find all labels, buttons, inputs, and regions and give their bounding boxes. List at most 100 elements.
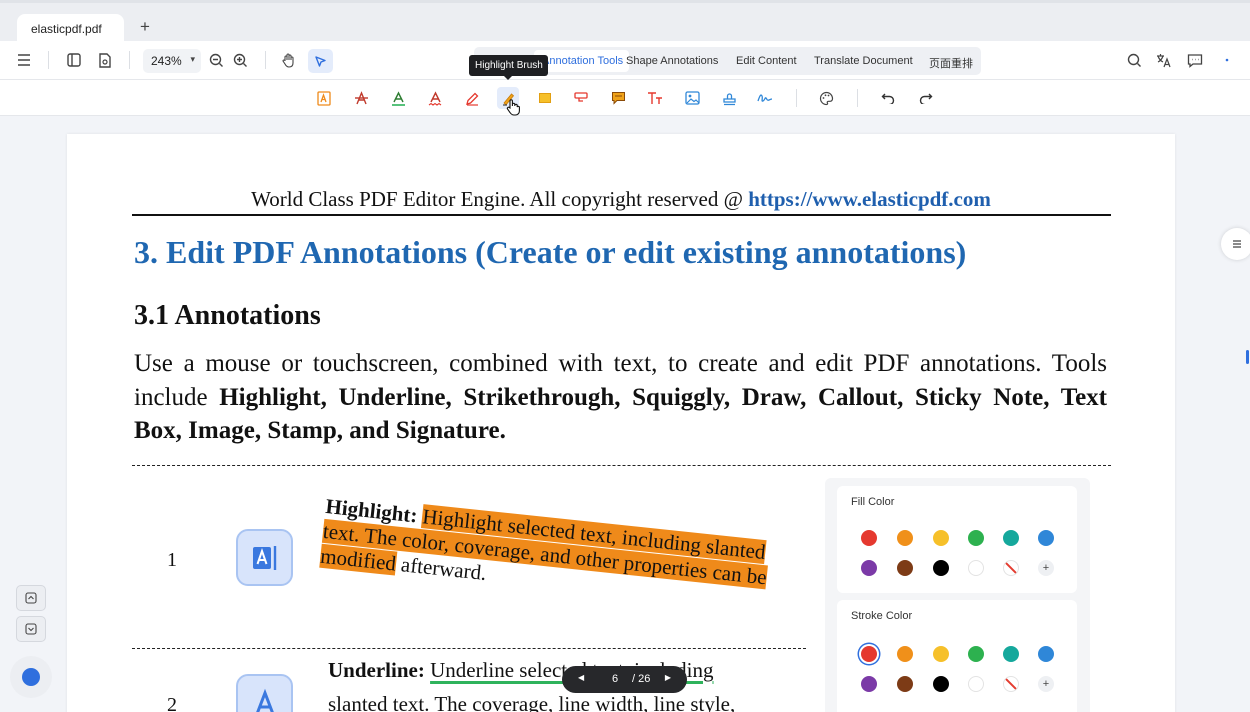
status-dot-icon <box>22 668 40 686</box>
fill-swatch-green[interactable] <box>968 530 984 546</box>
tab-strip: elasticpdf.pdf + <box>0 0 1250 44</box>
squiggly-icon[interactable] <box>424 87 446 109</box>
current-page[interactable]: 6 <box>612 673 618 685</box>
fill-swatch-brown[interactable] <box>897 560 913 576</box>
fill-swatch-purple[interactable] <box>861 560 877 576</box>
zoom-select[interactable]: 243% ▾ <box>143 49 201 73</box>
stroke-swatch-white[interactable] <box>968 676 984 692</box>
fill-swatch-blue[interactable] <box>1038 530 1054 546</box>
draw-pen-icon[interactable] <box>461 87 483 109</box>
stroke-color-title: Stroke Color <box>851 610 913 622</box>
fill-swatch-yellow[interactable] <box>933 530 949 546</box>
underline-icon[interactable] <box>387 87 409 109</box>
fill-color-title: Fill Color <box>851 496 895 508</box>
stroke-color-section: Stroke Color + <box>837 600 1077 712</box>
floating-action-button[interactable] <box>10 656 52 698</box>
header-rule <box>132 214 1111 216</box>
stroke-swatch-teal[interactable] <box>1003 646 1019 662</box>
text-box-icon[interactable] <box>644 87 666 109</box>
palette-icon[interactable] <box>815 87 837 109</box>
stroke-swatch-brown[interactable] <box>897 676 913 692</box>
document-tab[interactable]: elasticpdf.pdf <box>17 14 124 44</box>
fill-swatch-teal[interactable] <box>1003 530 1019 546</box>
zoom-out-icon[interactable] <box>205 49 227 71</box>
intro-bold-text: Highlight, Underline, Strikethrough, Squ… <box>134 383 1107 445</box>
fill-color-section: Fill Color + <box>837 486 1077 593</box>
stroke-swatch-red[interactable] <box>861 646 877 662</box>
scroll-indicator[interactable] <box>1246 350 1249 364</box>
stroke-add-color-button[interactable]: + <box>1038 676 1054 692</box>
sticky-note-icon[interactable] <box>607 87 629 109</box>
list-icon <box>1233 240 1241 248</box>
zoom-value: 243% <box>151 54 182 68</box>
menu-icon[interactable] <box>13 49 35 71</box>
row-number: 2 <box>167 694 177 712</box>
header-text: World Class PDF Editor Engine. All copyr… <box>251 187 743 211</box>
fill-swatch-orange[interactable] <box>897 530 913 546</box>
fill-swatch-red[interactable] <box>861 530 877 546</box>
stroke-swatch-none[interactable] <box>1003 676 1019 692</box>
header-link[interactable]: https://www.elasticpdf.com <box>748 187 991 211</box>
chevron-up-icon <box>25 592 37 604</box>
more-icon[interactable] <box>1216 49 1238 71</box>
fill-swatch-white[interactable] <box>968 560 984 576</box>
intro-paragraph: Use a mouse or touchscreen, combined wit… <box>134 347 1107 448</box>
sidebar-toggle-icon[interactable] <box>63 49 85 71</box>
underline-example-continued: slanted text. The coverage, line width, … <box>328 692 736 712</box>
page-down-button[interactable] <box>16 616 46 642</box>
chevron-down-icon: ▾ <box>190 54 195 64</box>
tab-page-reflow[interactable]: 页面重排 <box>923 50 979 72</box>
prev-page-button[interactable]: ◀ <box>578 673 584 682</box>
outline-panel-toggle[interactable] <box>1221 228 1250 260</box>
fill-add-color-button[interactable]: + <box>1038 560 1054 576</box>
zoom-in-icon[interactable] <box>229 49 251 71</box>
hand-cursor-icon <box>506 99 520 116</box>
annotation-toolbar <box>0 80 1250 116</box>
color-panel: Fill Color + Stroke Color + <box>825 478 1090 712</box>
undo-icon[interactable] <box>877 87 899 109</box>
dashed-divider <box>132 465 1111 466</box>
section-heading: 3. Edit PDF Annotations (Create or edit … <box>134 234 967 270</box>
signature-icon[interactable] <box>754 87 776 109</box>
cursor-arrow-icon <box>315 55 326 67</box>
stroke-swatch-green[interactable] <box>968 646 984 662</box>
page-navigator: ◀ 6 / 26 ▶ <box>562 666 687 693</box>
comment-icon[interactable] <box>1184 49 1206 71</box>
stroke-swatch-black[interactable] <box>933 676 949 692</box>
stroke-swatch-orange[interactable] <box>897 646 913 662</box>
mode-bar: Annotation Tools Shape Annotations Edit … <box>474 47 981 75</box>
stroke-swatch-yellow[interactable] <box>933 646 949 662</box>
next-page-button[interactable]: ▶ <box>665 673 671 682</box>
stroke-swatch-blue[interactable] <box>1038 646 1054 662</box>
stamp-icon[interactable] <box>718 87 740 109</box>
hand-tool-icon[interactable] <box>278 49 300 71</box>
image-icon[interactable] <box>681 87 703 109</box>
tab-annotation-tools[interactable]: Annotation Tools <box>534 50 630 72</box>
page-up-button[interactable] <box>16 585 46 611</box>
fill-swatch-none[interactable] <box>1003 560 1019 576</box>
main-toolbar: 243% ▾ Annotation Tools Shape Annotations… <box>0 41 1250 80</box>
select-tool-button[interactable] <box>308 49 333 73</box>
stroke-swatch-purple[interactable] <box>861 676 877 692</box>
tab-edit-content[interactable]: Edit Content <box>730 50 803 72</box>
search-icon[interactable] <box>1123 49 1145 71</box>
row-number: 1 <box>167 549 177 571</box>
new-tab-button[interactable]: + <box>140 17 150 37</box>
tab-translate-document[interactable]: Translate Document <box>808 50 919 72</box>
fill-swatch-black[interactable] <box>933 560 949 576</box>
translate-icon[interactable] <box>1153 49 1175 71</box>
chevron-down-icon <box>25 623 37 635</box>
tab-shape-annotations[interactable]: Shape Annotations <box>620 50 724 72</box>
strikethrough-icon[interactable] <box>350 87 372 109</box>
page-header: World Class PDF Editor Engine. All copyr… <box>67 187 1175 212</box>
underline-label: Underline: <box>328 658 425 682</box>
subsection-heading: 3.1 Annotations <box>134 300 321 331</box>
highlight-text-icon[interactable] <box>313 87 335 109</box>
highlight-example: Highlight: Highlight selected text, incl… <box>319 494 804 619</box>
document-info-icon[interactable] <box>94 49 116 71</box>
callout-icon[interactable] <box>570 87 592 109</box>
tooltip-text: Highlight Brush <box>475 60 543 71</box>
redo-icon[interactable] <box>915 87 937 109</box>
rectangle-icon[interactable] <box>534 87 556 109</box>
document-tab-label: elasticpdf.pdf <box>31 22 102 36</box>
